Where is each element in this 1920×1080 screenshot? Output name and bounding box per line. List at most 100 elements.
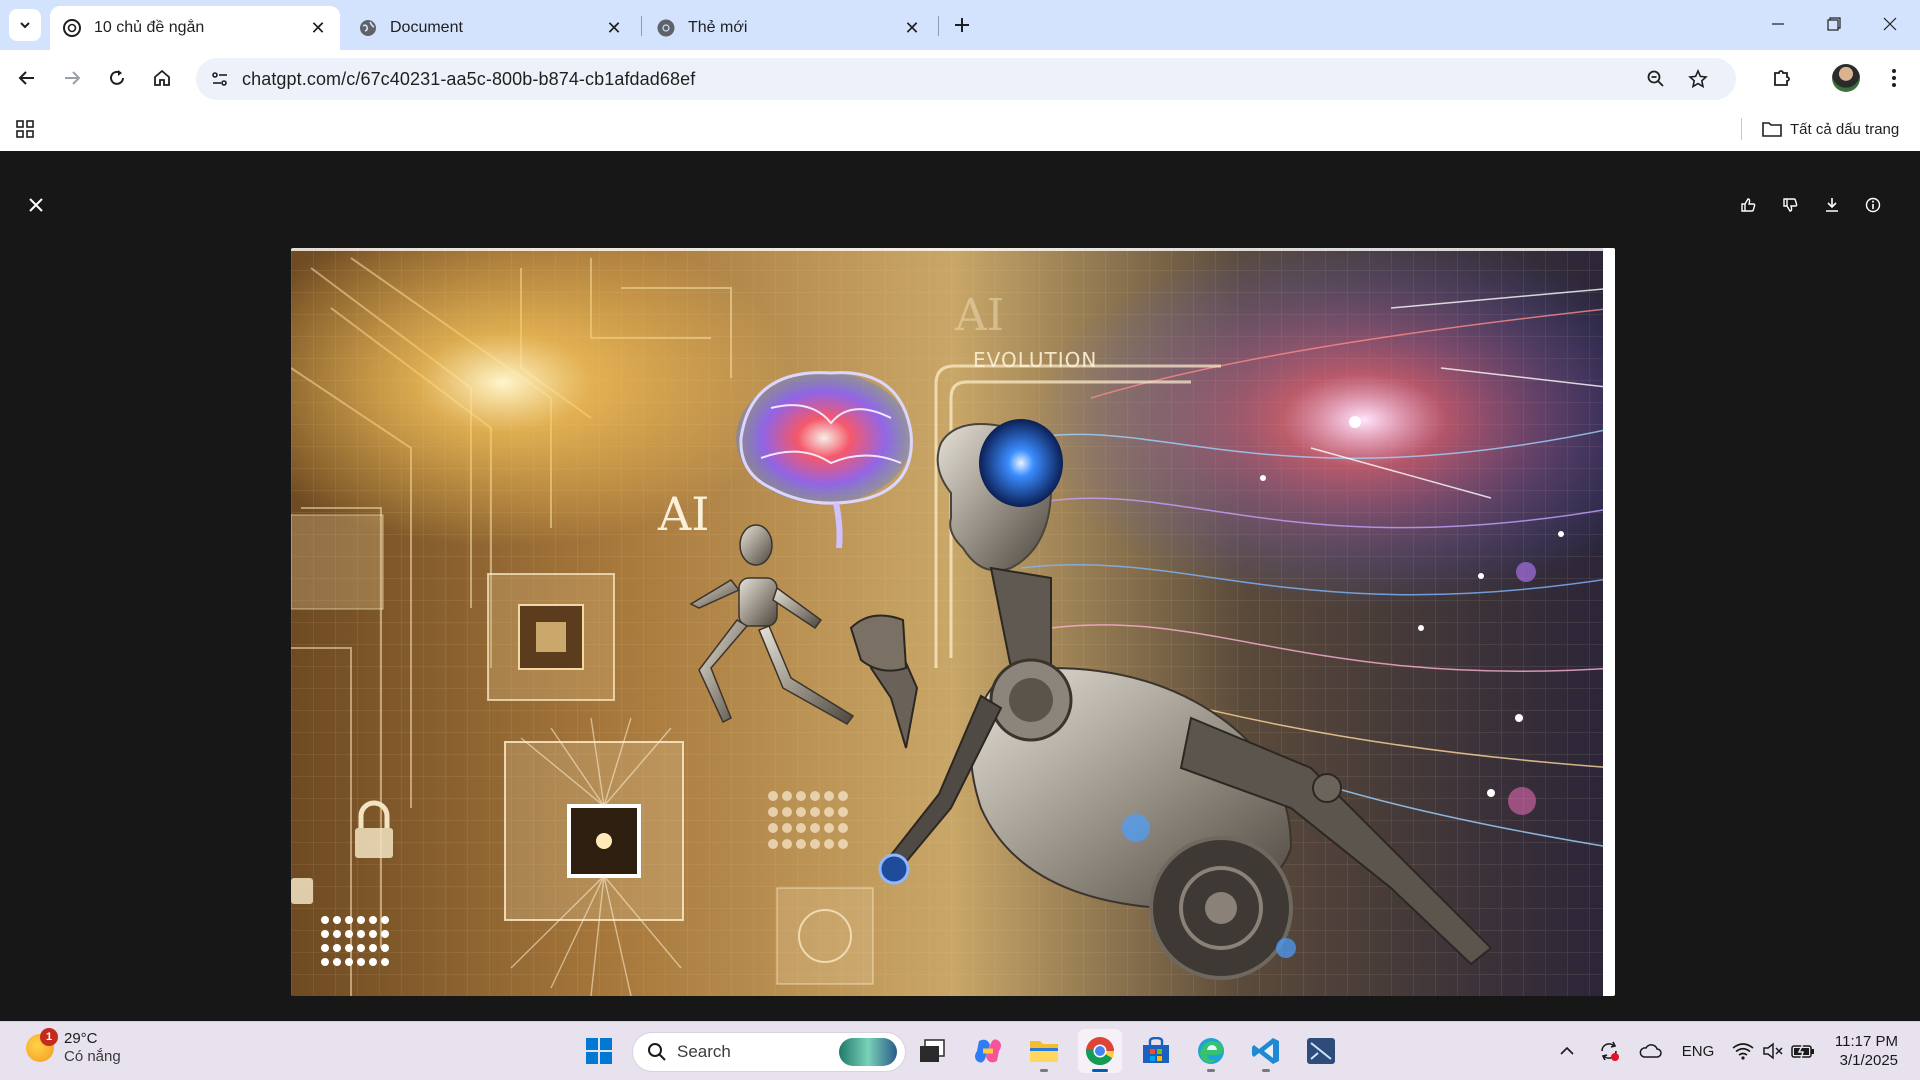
file-explorer-button[interactable] (1022, 1029, 1066, 1073)
generated-image: AI AI EVOLUTION (291, 248, 1615, 996)
ai-text-left: AI (657, 487, 709, 541)
download-button[interactable] (1818, 191, 1846, 219)
chrome-taskbar-button[interactable] (1078, 1029, 1122, 1073)
back-arrow-icon (18, 71, 34, 85)
minimize-icon (1772, 23, 1784, 25)
tab-title: Thẻ mới (688, 19, 748, 36)
image-viewer: AI AI EVOLUTION (0, 151, 1920, 1021)
tab-chatgpt[interactable]: 10 chủ đề ngắn ✕ (50, 6, 340, 50)
back-button[interactable] (9, 60, 45, 96)
close-icon (1883, 17, 1897, 31)
thumbs-down-icon (1783, 198, 1798, 212)
chatgpt-icon (62, 18, 82, 38)
tab-search-button[interactable] (9, 9, 41, 41)
ai-text-top: AI (954, 290, 1004, 341)
info-button[interactable] (1859, 191, 1887, 219)
restore-icon (1827, 17, 1841, 31)
close-tab-icon[interactable]: ✕ (308, 18, 328, 38)
store-icon (1143, 1037, 1169, 1063)
app-icon (1307, 1038, 1335, 1064)
start-button[interactable] (577, 1029, 621, 1073)
chrome-menu-button[interactable] (1876, 60, 1912, 96)
tab-strip: 10 chủ đề ngắn ✕ Document ✕ Thẻ mới ✕ (0, 0, 1920, 50)
sync-tray-icon[interactable] (1596, 1036, 1622, 1066)
vscode-button[interactable] (1244, 1029, 1288, 1073)
close-tab-icon[interactable]: ✕ (902, 18, 922, 38)
url-text: chatgpt.com/c/67c40231-aa5c-800b-b874-cb… (242, 69, 696, 89)
browser-toolbar: chatgpt.com/c/67c40231-aa5c-800b-b874-cb… (0, 50, 1920, 108)
bookmarks-divider (1741, 118, 1742, 140)
home-icon (154, 69, 170, 86)
edge-button[interactable] (1189, 1029, 1233, 1073)
home-button[interactable] (144, 60, 180, 96)
microsoft-store-button[interactable] (1134, 1029, 1178, 1073)
show-hidden-icons-button[interactable] (1556, 1036, 1578, 1066)
info-icon (1865, 197, 1881, 213)
clock-time: 11:17 PM (1834, 1033, 1898, 1050)
restore-button[interactable] (1806, 0, 1862, 48)
bookmark-star-icon[interactable] (1682, 63, 1714, 95)
tab-new-tab[interactable]: Thẻ mới ✕ (644, 6, 934, 50)
globe-icon (358, 18, 378, 38)
taskbar-search[interactable]: Search (632, 1032, 906, 1072)
evolution-text: EVOLUTION (973, 348, 1097, 372)
thumbs-up-icon (1741, 198, 1756, 212)
close-tab-icon[interactable]: ✕ (604, 18, 624, 38)
plus-icon (955, 18, 969, 32)
system-clock[interactable]: 11:17 PM 3/1/2025 (1822, 1032, 1898, 1070)
new-tab-button[interactable] (948, 11, 976, 39)
more-vert-icon (1892, 69, 1896, 87)
close-viewer-button[interactable] (20, 189, 52, 221)
zoom-icon[interactable] (1640, 63, 1672, 95)
clock-date: 3/1/2025 (1839, 1052, 1898, 1069)
copilot-icon (975, 1039, 1001, 1063)
close-window-button[interactable] (1862, 0, 1918, 48)
folder-icon (1030, 1041, 1058, 1062)
vscode-icon (1252, 1038, 1279, 1064)
weather-condition: Có nắng (64, 1048, 121, 1065)
volume-muted-icon[interactable] (1760, 1036, 1786, 1066)
edge-icon (1198, 1038, 1224, 1064)
forward-arrow-icon (65, 71, 81, 85)
thumbs-down-button[interactable] (1776, 191, 1804, 219)
sync-icon (1601, 1041, 1619, 1061)
cloud-icon (1639, 1044, 1662, 1058)
forward-button[interactable] (54, 60, 90, 96)
reload-button[interactable] (99, 60, 135, 96)
apps-grid-icon[interactable] (12, 116, 38, 142)
chevron-down-icon (20, 22, 30, 29)
tab-divider (938, 16, 939, 36)
address-bar[interactable]: chatgpt.com/c/67c40231-aa5c-800b-b874-cb… (196, 58, 1736, 100)
tab-document[interactable]: Document ✕ (346, 6, 636, 50)
copilot-button[interactable] (966, 1029, 1010, 1073)
folder-icon (1762, 122, 1782, 137)
extensions-button[interactable] (1764, 60, 1800, 96)
windows-logo-icon (586, 1038, 612, 1064)
windows-taskbar: 1 29°C Có nắng Search ENG 11:17 PM 3/1/2… (0, 1021, 1920, 1080)
chevron-up-icon (1560, 1046, 1574, 1055)
weather-temperature: 29°C (64, 1030, 98, 1047)
language-indicator[interactable]: ENG (1678, 1036, 1718, 1066)
site-info-icon[interactable] (204, 63, 236, 95)
all-bookmarks-button[interactable]: Tất cả dấu trang (1762, 116, 1899, 142)
onedrive-tray-icon[interactable] (1636, 1036, 1664, 1066)
close-icon (29, 198, 43, 212)
wifi-icon[interactable] (1730, 1036, 1756, 1066)
weather-widget[interactable]: 1 29°C Có nắng (26, 1028, 121, 1066)
thumbs-up-button[interactable] (1734, 191, 1762, 219)
task-view-button[interactable] (910, 1029, 954, 1073)
tab-title: 10 chủ đề ngắn (94, 19, 205, 36)
battery-icon[interactable] (1790, 1036, 1816, 1066)
tab-title: Document (390, 19, 463, 36)
notification-badge: 1 (40, 1028, 58, 1046)
minimize-button[interactable] (1750, 0, 1806, 48)
puzzle-icon (1774, 70, 1790, 86)
bookmarks-bar: Tất cả dấu trang (0, 108, 1920, 151)
search-icon (648, 1043, 666, 1061)
chrome-icon (1086, 1037, 1114, 1065)
search-highlight-icon (839, 1038, 897, 1066)
profile-button[interactable] (1828, 60, 1864, 96)
reload-icon (110, 70, 124, 85)
app-button[interactable] (1299, 1029, 1343, 1073)
tab-divider (641, 16, 642, 36)
